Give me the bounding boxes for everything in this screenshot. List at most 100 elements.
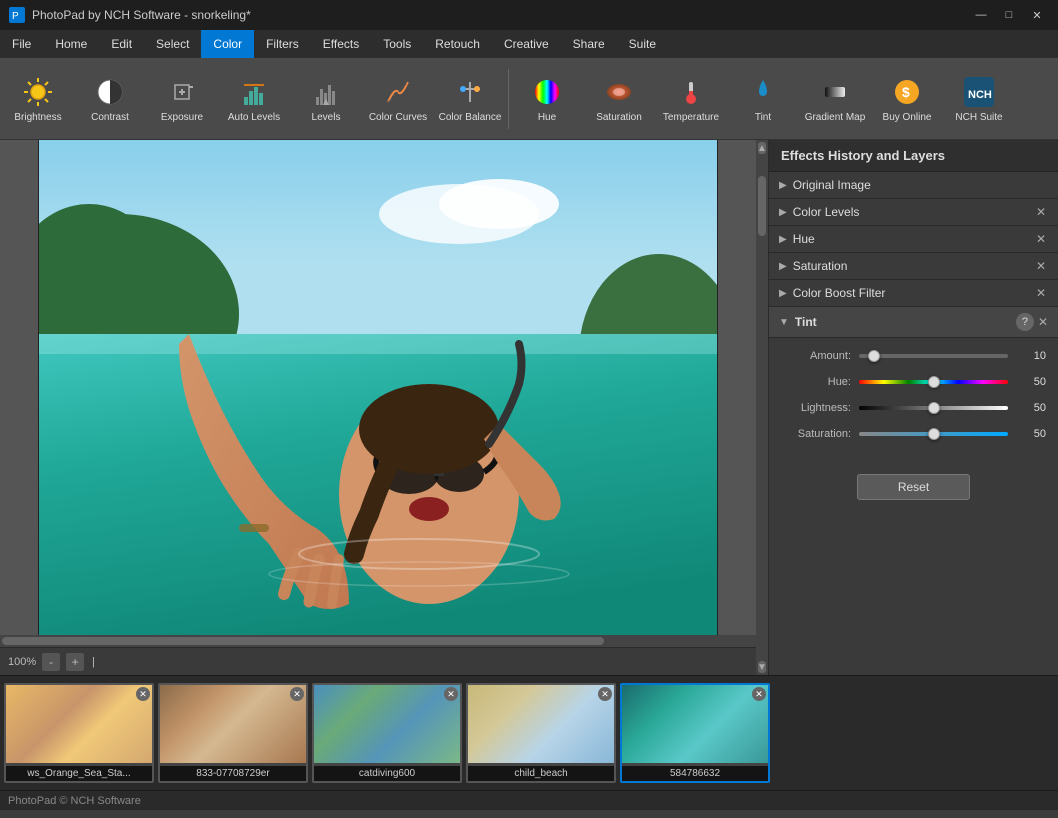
menu-item-file[interactable]: File xyxy=(0,30,43,58)
toolbar-contrast[interactable]: Contrast xyxy=(74,62,146,136)
thumb-close-child-beach[interactable]: ✕ xyxy=(598,687,612,701)
effect-row-hue[interactable]: ▶ Hue ✕ xyxy=(769,226,1058,253)
effect-row-saturation[interactable]: ▶ Saturation ✕ xyxy=(769,253,1058,280)
zoom-out-button[interactable]: - xyxy=(42,653,60,671)
panel-header: Effects History and Layers xyxy=(769,140,1058,172)
toolbar-tint[interactable]: Tint xyxy=(727,62,799,136)
horizontal-scrollbar[interactable] xyxy=(0,635,756,647)
slider-track-amount[interactable] xyxy=(859,354,1008,358)
menu-item-home[interactable]: Home xyxy=(43,30,99,58)
effect-row-colorboost[interactable]: ▶ Color Boost Filter ✕ xyxy=(769,280,1058,307)
temperature-label: Temperature xyxy=(663,112,719,123)
tint-close-button[interactable]: ✕ xyxy=(1038,315,1048,329)
toolbar-saturation[interactable]: Saturation xyxy=(583,62,655,136)
toolbar-levels[interactable]: Levels xyxy=(290,62,362,136)
close-button[interactable]: ✕ xyxy=(1024,5,1050,25)
menu-item-retouch[interactable]: Retouch xyxy=(423,30,492,58)
hue-icon xyxy=(529,74,565,110)
thumb-preview-catdiving xyxy=(314,685,460,763)
slider-thumb-amount[interactable] xyxy=(868,350,880,362)
menu-item-suite[interactable]: Suite xyxy=(617,30,668,58)
thumb-name-catdiving: catdiving600 xyxy=(314,766,460,781)
maximize-button[interactable]: □ xyxy=(996,5,1022,25)
toolbar-autolevels[interactable]: Auto Levels xyxy=(218,62,290,136)
effect-chevron-icon: ▶ xyxy=(779,207,787,218)
menu-item-share[interactable]: Share xyxy=(561,30,617,58)
thumb-close-portrait[interactable]: ✕ xyxy=(290,687,304,701)
slider-thumb-hue[interactable] xyxy=(928,376,940,388)
thumb-close-catdiving[interactable]: ✕ xyxy=(444,687,458,701)
thumb-close-snorkel[interactable]: ✕ xyxy=(752,687,766,701)
effect-close-button[interactable]: ✕ xyxy=(1034,232,1048,246)
brightness-icon xyxy=(20,74,56,110)
effect-close-button[interactable]: ✕ xyxy=(1034,259,1048,273)
thumb-name-orange-sea: ws_Orange_Sea_Sta... xyxy=(6,766,152,781)
thumb-close-orange-sea[interactable]: ✕ xyxy=(136,687,150,701)
reset-button[interactable]: Reset xyxy=(857,474,970,500)
toolbar-temperature[interactable]: Temperature xyxy=(655,62,727,136)
tint-icon xyxy=(745,74,781,110)
toolbar-colorbalance[interactable]: Color Balance xyxy=(434,62,506,136)
effect-row-original[interactable]: ▶ Original Image xyxy=(769,172,1058,199)
saturation-icon xyxy=(601,74,637,110)
slider-thumb-saturation[interactable] xyxy=(928,428,940,440)
tint-help-button[interactable]: ? xyxy=(1016,313,1034,331)
toolbar-gradientmap[interactable]: Gradient Map xyxy=(799,62,871,136)
app-icon: P xyxy=(8,6,26,24)
filmstrip-thumb-child-beach[interactable]: child_beach ✕ xyxy=(466,683,616,783)
effect-close-button[interactable]: ✕ xyxy=(1034,205,1048,219)
slider-value-hue: 50 xyxy=(1016,376,1046,388)
toolbar-exposure[interactable]: Exposure xyxy=(146,62,218,136)
slider-track-hue[interactable] xyxy=(859,380,1008,384)
scroll-down-arrow[interactable]: ▼ xyxy=(758,661,766,673)
exposure-label: Exposure xyxy=(161,112,203,123)
status-text: PhotoPad © NCH Software xyxy=(8,795,141,807)
titlebar-controls[interactable]: — □ ✕ xyxy=(968,5,1050,25)
filmstrip-thumb-catdiving[interactable]: catdiving600 ✕ xyxy=(312,683,462,783)
menu-item-select[interactable]: Select xyxy=(144,30,201,58)
slider-track-saturation[interactable] xyxy=(859,432,1008,436)
horizontal-scroll-thumb[interactable] xyxy=(2,637,604,645)
toolbar-hue[interactable]: Hue xyxy=(511,62,583,136)
filmstrip-thumb-portrait[interactable]: 833-07708729er ✕ xyxy=(158,683,308,783)
slider-thumb-lightness[interactable] xyxy=(928,402,940,414)
menu-item-edit[interactable]: Edit xyxy=(99,30,144,58)
vertical-scrollbar[interactable]: ▲ ▼ xyxy=(756,140,768,675)
colorcurves-icon xyxy=(380,74,416,110)
minimize-button[interactable]: — xyxy=(968,5,994,25)
zoom-separator: | xyxy=(92,656,95,668)
toolbar-colorcurves[interactable]: Color Curves xyxy=(362,62,434,136)
toolbar-brightness[interactable]: Brightness xyxy=(2,62,74,136)
toolbar-nchsuite[interactable]: NCHNCH Suite xyxy=(943,62,1015,136)
contrast-icon xyxy=(92,74,128,110)
effect-row-colorlevels[interactable]: ▶ Color Levels ✕ xyxy=(769,199,1058,226)
menu-item-tools[interactable]: Tools xyxy=(371,30,423,58)
colorbalance-icon xyxy=(452,74,488,110)
titlebar-left: P PhotoPad by NCH Software - snorkeling* xyxy=(8,6,251,24)
effect-label: Original Image xyxy=(793,178,1048,192)
colorbalance-label: Color Balance xyxy=(439,112,502,123)
svg-text:P: P xyxy=(12,11,19,22)
levels-label: Levels xyxy=(312,112,341,123)
scroll-track xyxy=(756,156,768,659)
buyonline-label: Buy Online xyxy=(883,112,932,123)
slider-row-amount: Amount: 10 xyxy=(781,348,1046,364)
effect-close-button[interactable]: ✕ xyxy=(1034,286,1048,300)
toolbar-buyonline[interactable]: $Buy Online xyxy=(871,62,943,136)
menu-item-creative[interactable]: Creative xyxy=(492,30,561,58)
thumb-name-snorkel: 584786632 xyxy=(622,766,768,781)
slider-track-lightness[interactable] xyxy=(859,406,1008,410)
scroll-thumb[interactable] xyxy=(758,176,766,236)
exposure-icon xyxy=(164,74,200,110)
filmstrip-thumb-orange-sea[interactable]: ws_Orange_Sea_Sta... ✕ xyxy=(4,683,154,783)
filmstrip-thumb-snorkel[interactable]: 584786632 ✕ xyxy=(620,683,770,783)
menu-item-filters[interactable]: Filters xyxy=(254,30,311,58)
zoom-in-button[interactable]: + xyxy=(66,653,84,671)
tint-header[interactable]: ▼ Tint ? ✕ xyxy=(769,307,1058,338)
menu-item-color[interactable]: Color xyxy=(201,30,254,58)
menu-item-effects[interactable]: Effects xyxy=(311,30,371,58)
nchsuite-icon: NCH xyxy=(961,74,997,110)
slider-row-hue: Hue: 50 xyxy=(781,374,1046,390)
thumb-name-portrait: 833-07708729er xyxy=(160,766,306,781)
scroll-up-arrow[interactable]: ▲ xyxy=(758,142,766,154)
